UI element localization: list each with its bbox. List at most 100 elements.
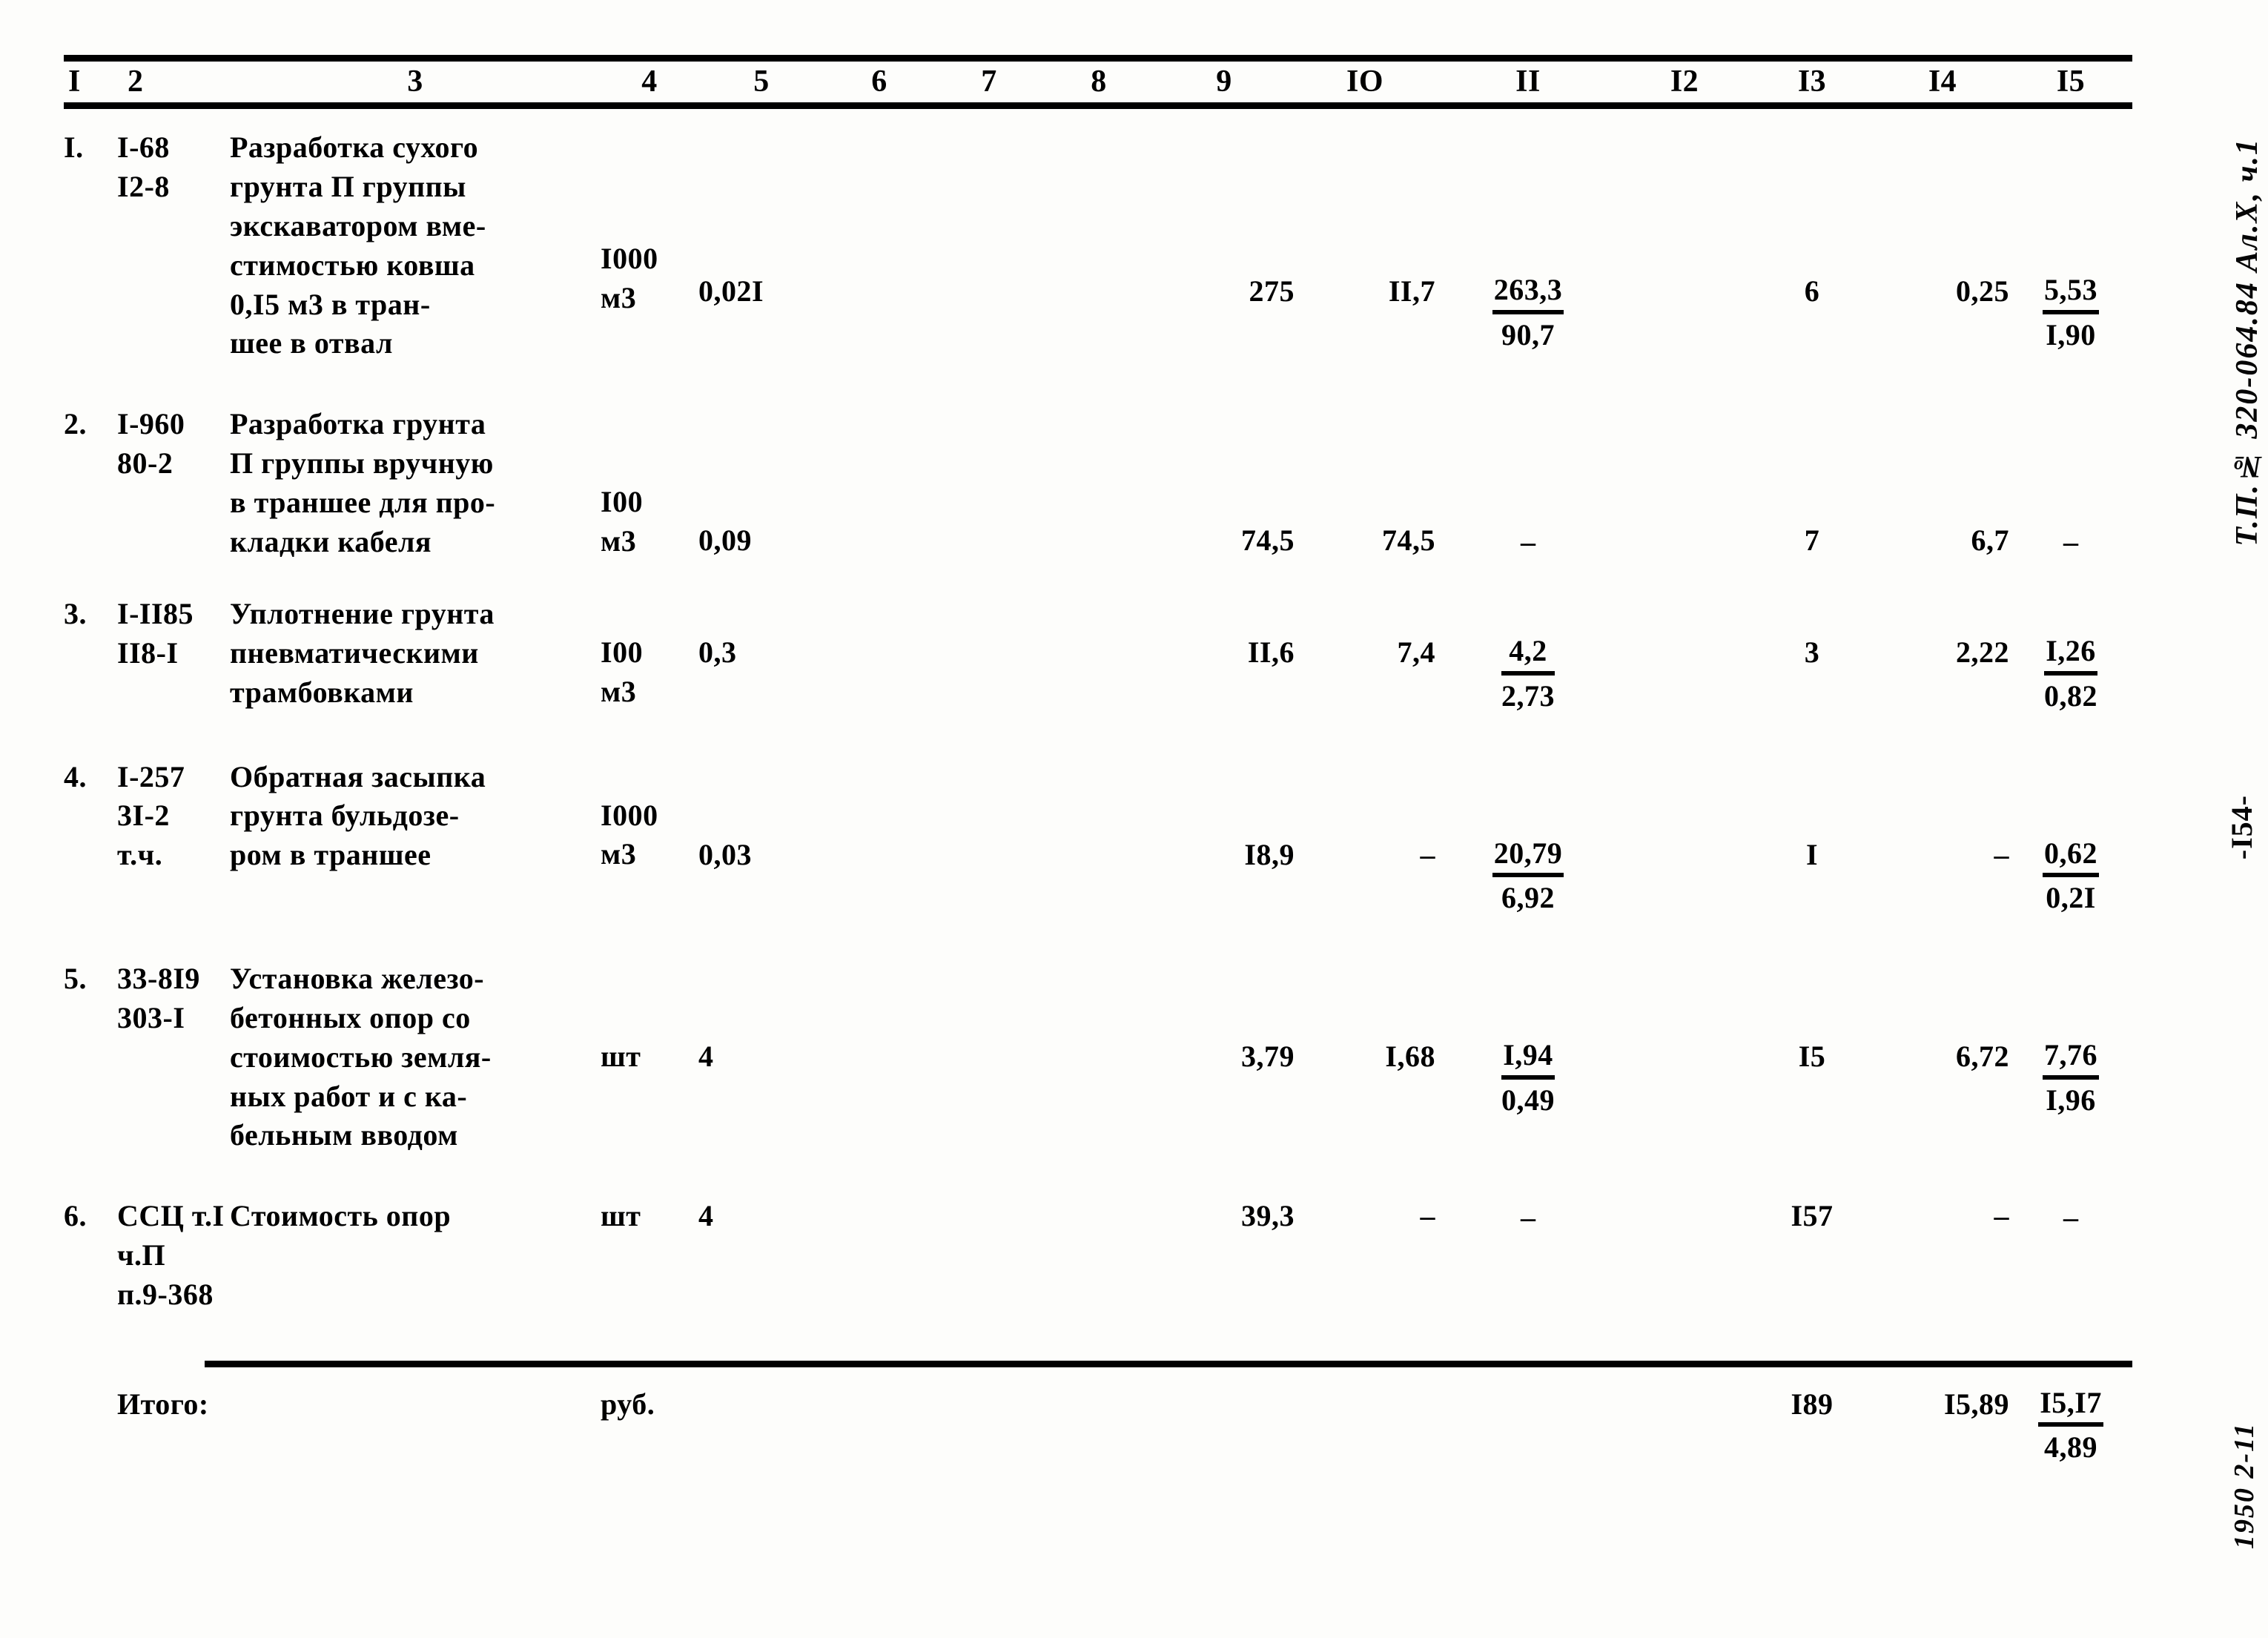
row-col10: II,7 — [1388, 274, 1435, 308]
column-header-11: II — [1515, 65, 1541, 99]
row-col12 — [1621, 128, 1748, 363]
fraction-numerator: 7,76 — [2043, 1037, 2099, 1080]
fraction-numerator: – — [2063, 1201, 2078, 1235]
row-index: 3. — [64, 597, 87, 631]
table-row: 4. I-257 3I-2 т.ч. Обратная засыпка грун… — [64, 716, 2132, 919]
row-col9: 39,3 — [1241, 1199, 1295, 1233]
fraction-numerator: I,94 — [1501, 1037, 1555, 1080]
row-col7 — [934, 363, 1044, 562]
row-col6 — [824, 1155, 934, 1314]
row-col7 — [934, 1155, 1044, 1314]
fraction-numerator: I,26 — [2044, 633, 2097, 676]
estimate-table: I 2 3 4 5 6 7 8 9 IO II I2 I3 I4 I5 I. I… — [64, 55, 2140, 1467]
row-col15: 5,53 I,90 — [2009, 128, 2132, 363]
row-col6 — [824, 716, 934, 919]
fraction-numerator: – — [1521, 1201, 1535, 1235]
column-header-2: 2 — [128, 65, 144, 99]
column-header-row: I 2 3 4 5 6 7 8 9 IO II I2 I3 I4 I5 — [64, 62, 2132, 102]
row-unit: I00 м3 — [601, 635, 644, 708]
column-header-14: I4 — [1928, 65, 1957, 99]
column-header-5: 5 — [753, 65, 770, 99]
total-col10 — [1295, 1385, 1435, 1468]
row-index: I. — [64, 131, 84, 165]
table-header: I 2 3 4 5 6 7 8 9 IO II I2 I3 I4 I5 — [64, 62, 2132, 102]
row-col11: 20,79 6,92 — [1435, 716, 1621, 919]
row-col14: – — [1994, 837, 2009, 871]
row-col7 — [934, 562, 1044, 716]
row-col6 — [824, 128, 934, 363]
column-header-1: I — [68, 65, 81, 99]
archive-stamp: 1950 2-11 — [2229, 1422, 2260, 1550]
table-row: 3. I-II85 II8-I Уплотнение грунта пневма… — [64, 562, 2132, 716]
fraction-numerator: I5,I7 — [2038, 1385, 2103, 1427]
row-col14: – — [1994, 1199, 2009, 1233]
fraction: 5,53 I,90 — [2043, 272, 2099, 354]
total-col11 — [1435, 1385, 1621, 1468]
fraction-denominator: 0,82 — [2044, 678, 2097, 713]
row-code: 33-8I9 303-I — [117, 962, 200, 1034]
fraction-numerator: 0,62 — [2043, 836, 2099, 878]
total-unit: руб. — [601, 1387, 655, 1421]
row-col7 — [934, 918, 1044, 1155]
row-col8 — [1044, 562, 1154, 716]
column-header-12: I2 — [1670, 65, 1699, 99]
row-unit: I000 м3 — [601, 798, 658, 871]
fraction-denominator: 0,2I — [2046, 881, 2096, 915]
row-col8 — [1044, 128, 1154, 363]
row-col10: – — [1420, 1199, 1435, 1233]
column-header-4: 4 — [641, 65, 658, 99]
row-col7 — [934, 128, 1044, 363]
row-col6 — [824, 918, 934, 1155]
fraction-numerator: 263,3 — [1492, 272, 1564, 315]
row-code: I-960 80-2 — [117, 407, 185, 480]
row-quantity: 0,03 — [698, 837, 752, 871]
row-quantity: 0,09 — [698, 524, 752, 558]
column-header-7: 7 — [981, 65, 997, 99]
row-col12 — [1621, 363, 1748, 562]
fraction: – — [1521, 521, 1535, 561]
table-total: Итого: руб. I89 I5,89 I5,I7 4,89 — [64, 1385, 2132, 1468]
fraction: 0,62 0,2I — [2043, 836, 2099, 917]
total-col15: I5,I7 4,89 — [2009, 1385, 2132, 1468]
row-col11: 263,3 90,7 — [1435, 128, 1621, 363]
row-col10: 74,5 — [1382, 524, 1435, 558]
fraction-numerator: 20,79 — [1492, 836, 1564, 878]
document-reference-note: Т.П.№ 320-064.84 Ал.Х, ч.1 — [2230, 138, 2264, 546]
table-row: 5. 33-8I9 303-I Установка железо- бетонн… — [64, 918, 2132, 1155]
row-col14: 6,7 — [1971, 524, 2009, 558]
total-separator-rule — [205, 1360, 2132, 1367]
row-col13: I5 — [1798, 1040, 1826, 1074]
row-col8 — [1044, 918, 1154, 1155]
fraction: I,26 0,82 — [2044, 633, 2097, 715]
row-col13: I — [1805, 837, 1819, 871]
row-col9: 3,79 — [1241, 1040, 1295, 1074]
column-header-15: I5 — [2056, 65, 2086, 99]
table-body: I. I-68 I2-8 Разработка сухого грунта П … — [64, 128, 2132, 1314]
row-col15: I,26 0,82 — [2009, 562, 2132, 716]
fraction: – — [2063, 1197, 2078, 1236]
page-number: -I54- — [2225, 795, 2258, 860]
fraction-numerator: – — [1521, 525, 1535, 559]
total-col13: I89 — [1791, 1387, 1834, 1421]
row-col11: I,94 0,49 — [1435, 918, 1621, 1155]
fraction-denominator: I,96 — [2046, 1083, 2096, 1117]
total-col14: I5,89 — [1943, 1387, 2010, 1421]
fraction-denominator: 4,89 — [2044, 1430, 2098, 1464]
row-col10: I,68 — [1385, 1040, 1435, 1074]
table-row: I. I-68 I2-8 Разработка сухого грунта П … — [64, 128, 2132, 363]
fraction-denominator: 90,7 — [1501, 318, 1555, 352]
row-description: Разработка сухого грунта П группы экскав… — [230, 131, 486, 360]
row-quantity: 0,02I — [698, 274, 764, 308]
row-unit: I000 м3 — [601, 242, 658, 315]
row-code: I-257 3I-2 т.ч. — [117, 759, 185, 872]
fraction: – — [1521, 1197, 1535, 1236]
row-col8 — [1044, 716, 1154, 919]
column-header-10: IO — [1346, 65, 1383, 99]
row-col12 — [1621, 562, 1748, 716]
row-col14: 0,25 — [1956, 274, 2009, 308]
row-col7 — [934, 716, 1044, 919]
total-col8 — [1044, 1385, 1154, 1468]
row-col14: 6,72 — [1956, 1040, 2009, 1074]
row-col6 — [824, 562, 934, 716]
row-description: Обратная засыпка грунта бульдозе- ром в … — [230, 759, 486, 872]
